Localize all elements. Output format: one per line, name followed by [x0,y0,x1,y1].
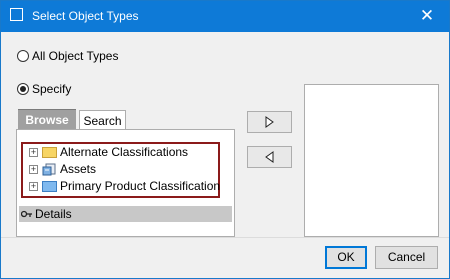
details-toggle[interactable]: Details [19,206,232,222]
divider [1,237,449,238]
expand-icon[interactable]: + [29,147,38,157]
specify-radio[interactable] [17,83,29,95]
tab-search[interactable]: Search [79,110,126,130]
tree-item-alternate-classifications[interactable]: + Alternate Classifications [29,144,188,160]
tree-item-label: Primary Product Classification [60,179,221,193]
expand-icon[interactable]: + [29,181,38,191]
dialog-body: All Object Types Specify Browse Search +… [1,32,449,278]
tab-browse[interactable]: Browse [18,109,76,130]
window-icon [10,8,23,21]
folder-blue-icon [42,180,57,192]
dialog-title: Select Object Types [32,9,139,23]
all-object-types-radio[interactable] [17,50,29,62]
all-object-types-option[interactable]: All Object Types [17,49,118,63]
remove-button[interactable] [247,146,292,168]
close-button[interactable]: ✕ [405,1,449,32]
title-bar: Select Object Types ✕ [1,1,449,32]
arrow-left-icon [265,151,274,163]
ok-button[interactable]: OK [325,246,367,269]
tree-item-assets[interactable]: + Assets [29,161,96,177]
tree-item-label: Assets [60,162,97,176]
dialog-window: Select Object Types ✕ All Object Types S… [0,0,450,279]
arrow-right-icon [265,116,274,128]
details-label: Details [35,207,72,221]
tree-item-primary-product-classification[interactable]: + Primary Product Classification [29,178,220,194]
specify-option[interactable]: Specify [17,82,71,96]
folder-yellow-icon [42,146,57,158]
expand-icon[interactable]: + [29,164,38,174]
assets-icon [42,163,56,175]
specify-label: Specify [32,82,72,96]
details-key-icon [21,210,32,218]
add-button[interactable] [247,111,292,133]
selected-types-list[interactable] [304,84,439,237]
all-object-types-label: All Object Types [32,49,119,63]
cancel-button[interactable]: Cancel [375,246,438,269]
tree-item-label: Alternate Classifications [60,145,189,159]
